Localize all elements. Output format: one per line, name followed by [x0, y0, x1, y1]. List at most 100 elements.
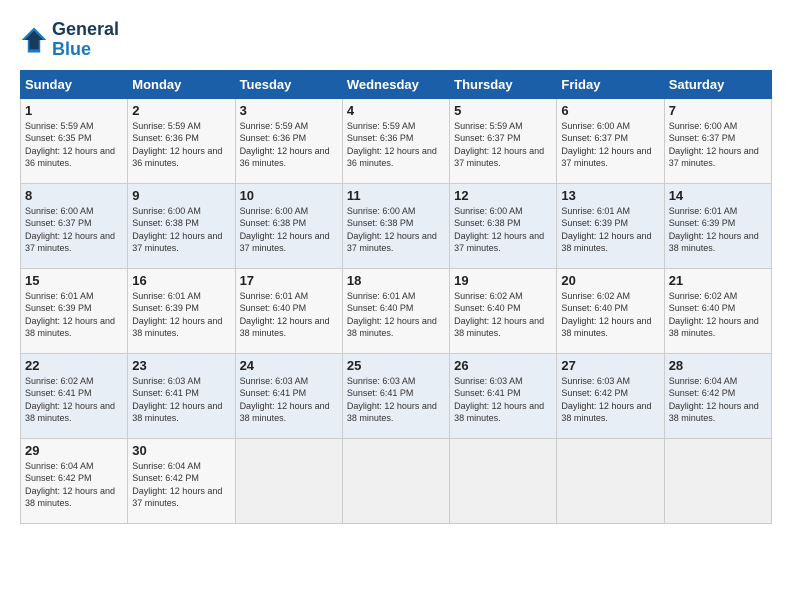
- calendar-day-cell: 15 Sunrise: 6:01 AMSunset: 6:39 PMDayligh…: [21, 268, 128, 353]
- day-info: Sunrise: 6:00 AMSunset: 6:38 PMDaylight:…: [347, 205, 445, 255]
- day-info: Sunrise: 6:01 AMSunset: 6:39 PMDaylight:…: [669, 205, 767, 255]
- calendar-day-cell: 16 Sunrise: 6:01 AMSunset: 6:39 PMDayligh…: [128, 268, 235, 353]
- day-number: 20: [561, 273, 659, 288]
- calendar-week-row: 8 Sunrise: 6:00 AMSunset: 6:37 PMDaylight…: [21, 183, 772, 268]
- calendar-day-cell: 7 Sunrise: 6:00 AMSunset: 6:37 PMDaylight…: [664, 98, 771, 183]
- weekday-header: Wednesday: [342, 70, 449, 98]
- day-number: 11: [347, 188, 445, 203]
- day-info: Sunrise: 6:00 AMSunset: 6:38 PMDaylight:…: [132, 205, 230, 255]
- calendar-day-cell: 6 Sunrise: 6:00 AMSunset: 6:37 PMDaylight…: [557, 98, 664, 183]
- calendar-day-cell: 23 Sunrise: 6:03 AMSunset: 6:41 PMDayligh…: [128, 353, 235, 438]
- calendar-day-cell: 8 Sunrise: 6:00 AMSunset: 6:37 PMDaylight…: [21, 183, 128, 268]
- day-info: Sunrise: 6:04 AMSunset: 6:42 PMDaylight:…: [25, 460, 123, 510]
- day-info: Sunrise: 6:02 AMSunset: 6:40 PMDaylight:…: [454, 290, 552, 340]
- calendar-week-row: 29Sunrise: 6:04 AMSunset: 6:42 PMDayligh…: [21, 438, 772, 523]
- day-number: 10: [240, 188, 338, 203]
- calendar-day-cell: 11 Sunrise: 6:00 AMSunset: 6:38 PMDayligh…: [342, 183, 449, 268]
- calendar-day-cell: [664, 438, 771, 523]
- calendar-week-row: 15 Sunrise: 6:01 AMSunset: 6:39 PMDayligh…: [21, 268, 772, 353]
- day-info: Sunrise: 6:02 AMSunset: 6:41 PMDaylight:…: [25, 375, 123, 425]
- weekday-header: Tuesday: [235, 70, 342, 98]
- day-info: Sunrise: 6:00 AMSunset: 6:37 PMDaylight:…: [25, 205, 123, 255]
- calendar-day-cell: 20Sunrise: 6:02 AMSunset: 6:40 PMDayligh…: [557, 268, 664, 353]
- day-info: Sunrise: 6:00 AMSunset: 6:37 PMDaylight:…: [561, 120, 659, 170]
- weekday-header: Thursday: [450, 70, 557, 98]
- calendar-day-cell: 24 Sunrise: 6:03 AMSunset: 6:41 PMDayligh…: [235, 353, 342, 438]
- day-info: Sunrise: 6:03 AMSunset: 6:41 PMDaylight:…: [347, 375, 445, 425]
- day-info: Sunrise: 6:00 AMSunset: 6:38 PMDaylight:…: [240, 205, 338, 255]
- day-number: 15: [25, 273, 123, 288]
- day-number: 3: [240, 103, 338, 118]
- weekday-header: Sunday: [21, 70, 128, 98]
- calendar-day-cell: 25 Sunrise: 6:03 AMSunset: 6:41 PMDayligh…: [342, 353, 449, 438]
- day-number: 9: [132, 188, 230, 203]
- day-info: Sunrise: 6:01 AMSunset: 6:40 PMDaylight:…: [240, 290, 338, 340]
- calendar-week-row: 1 Sunrise: 5:59 AMSunset: 6:35 PMDaylight…: [21, 98, 772, 183]
- day-info: Sunrise: 6:01 AMSunset: 6:39 PMDaylight:…: [132, 290, 230, 340]
- day-info: Sunrise: 6:01 AMSunset: 6:39 PMDaylight:…: [561, 205, 659, 255]
- day-info: Sunrise: 5:59 AMSunset: 6:36 PMDaylight:…: [132, 120, 230, 170]
- day-info: Sunrise: 5:59 AMSunset: 6:37 PMDaylight:…: [454, 120, 552, 170]
- day-number: 19: [454, 273, 552, 288]
- logo: General Blue: [20, 20, 119, 60]
- day-number: 12: [454, 188, 552, 203]
- day-number: 25: [347, 358, 445, 373]
- calendar-day-cell: 3 Sunrise: 5:59 AMSunset: 6:36 PMDaylight…: [235, 98, 342, 183]
- day-info: Sunrise: 5:59 AMSunset: 6:36 PMDaylight:…: [240, 120, 338, 170]
- calendar-day-cell: [342, 438, 449, 523]
- day-number: 1: [25, 103, 123, 118]
- page-header: General Blue: [20, 20, 772, 60]
- calendar-day-cell: [557, 438, 664, 523]
- day-number: 18: [347, 273, 445, 288]
- calendar-day-cell: 1 Sunrise: 5:59 AMSunset: 6:35 PMDaylight…: [21, 98, 128, 183]
- day-number: 2: [132, 103, 230, 118]
- day-info: Sunrise: 5:59 AMSunset: 6:35 PMDaylight:…: [25, 120, 123, 170]
- calendar-day-cell: 9 Sunrise: 6:00 AMSunset: 6:38 PMDaylight…: [128, 183, 235, 268]
- day-number: 23: [132, 358, 230, 373]
- calendar-week-row: 22 Sunrise: 6:02 AMSunset: 6:41 PMDayligh…: [21, 353, 772, 438]
- day-number: 6: [561, 103, 659, 118]
- calendar-day-cell: 10 Sunrise: 6:00 AMSunset: 6:38 PMDayligh…: [235, 183, 342, 268]
- calendar-day-cell: 18Sunrise: 6:01 AMSunset: 6:40 PMDayligh…: [342, 268, 449, 353]
- day-number: 22: [25, 358, 123, 373]
- calendar-day-cell: 19 Sunrise: 6:02 AMSunset: 6:40 PMDayligh…: [450, 268, 557, 353]
- calendar-day-cell: 29Sunrise: 6:04 AMSunset: 6:42 PMDayligh…: [21, 438, 128, 523]
- day-info: Sunrise: 6:00 AMSunset: 6:38 PMDaylight:…: [454, 205, 552, 255]
- logo-icon: [20, 26, 48, 54]
- weekday-header: Monday: [128, 70, 235, 98]
- day-number: 5: [454, 103, 552, 118]
- day-number: 8: [25, 188, 123, 203]
- weekday-header: Saturday: [664, 70, 771, 98]
- calendar-day-cell: 17 Sunrise: 6:01 AMSunset: 6:40 PMDayligh…: [235, 268, 342, 353]
- day-info: Sunrise: 6:03 AMSunset: 6:41 PMDaylight:…: [240, 375, 338, 425]
- day-number: 24: [240, 358, 338, 373]
- day-number: 13: [561, 188, 659, 203]
- day-number: 30: [132, 443, 230, 458]
- day-info: Sunrise: 6:01 AMSunset: 6:39 PMDaylight:…: [25, 290, 123, 340]
- day-number: 16: [132, 273, 230, 288]
- day-info: Sunrise: 6:00 AMSunset: 6:37 PMDaylight:…: [669, 120, 767, 170]
- day-number: 14: [669, 188, 767, 203]
- calendar-day-cell: [450, 438, 557, 523]
- day-number: 7: [669, 103, 767, 118]
- day-info: Sunrise: 6:04 AMSunset: 6:42 PMDaylight:…: [669, 375, 767, 425]
- calendar-day-cell: 4Sunrise: 5:59 AMSunset: 6:36 PMDaylight…: [342, 98, 449, 183]
- day-number: 28: [669, 358, 767, 373]
- calendar-day-cell: 21Sunrise: 6:02 AMSunset: 6:40 PMDayligh…: [664, 268, 771, 353]
- day-number: 27: [561, 358, 659, 373]
- calendar-day-cell: 30Sunrise: 6:04 AMSunset: 6:42 PMDayligh…: [128, 438, 235, 523]
- calendar-table: SundayMondayTuesdayWednesdayThursdayFrid…: [20, 70, 772, 524]
- weekday-header-row: SundayMondayTuesdayWednesdayThursdayFrid…: [21, 70, 772, 98]
- calendar-day-cell: 22 Sunrise: 6:02 AMSunset: 6:41 PMDayligh…: [21, 353, 128, 438]
- day-info: Sunrise: 6:02 AMSunset: 6:40 PMDaylight:…: [669, 290, 767, 340]
- calendar-day-cell: 26 Sunrise: 6:03 AMSunset: 6:41 PMDayligh…: [450, 353, 557, 438]
- day-number: 26: [454, 358, 552, 373]
- calendar-day-cell: 2 Sunrise: 5:59 AMSunset: 6:36 PMDaylight…: [128, 98, 235, 183]
- day-number: 17: [240, 273, 338, 288]
- day-info: Sunrise: 6:03 AMSunset: 6:41 PMDaylight:…: [454, 375, 552, 425]
- weekday-header: Friday: [557, 70, 664, 98]
- logo-text: General Blue: [52, 20, 119, 60]
- day-number: 4: [347, 103, 445, 118]
- day-info: Sunrise: 6:03 AMSunset: 6:41 PMDaylight:…: [132, 375, 230, 425]
- calendar-day-cell: 5 Sunrise: 5:59 AMSunset: 6:37 PMDaylight…: [450, 98, 557, 183]
